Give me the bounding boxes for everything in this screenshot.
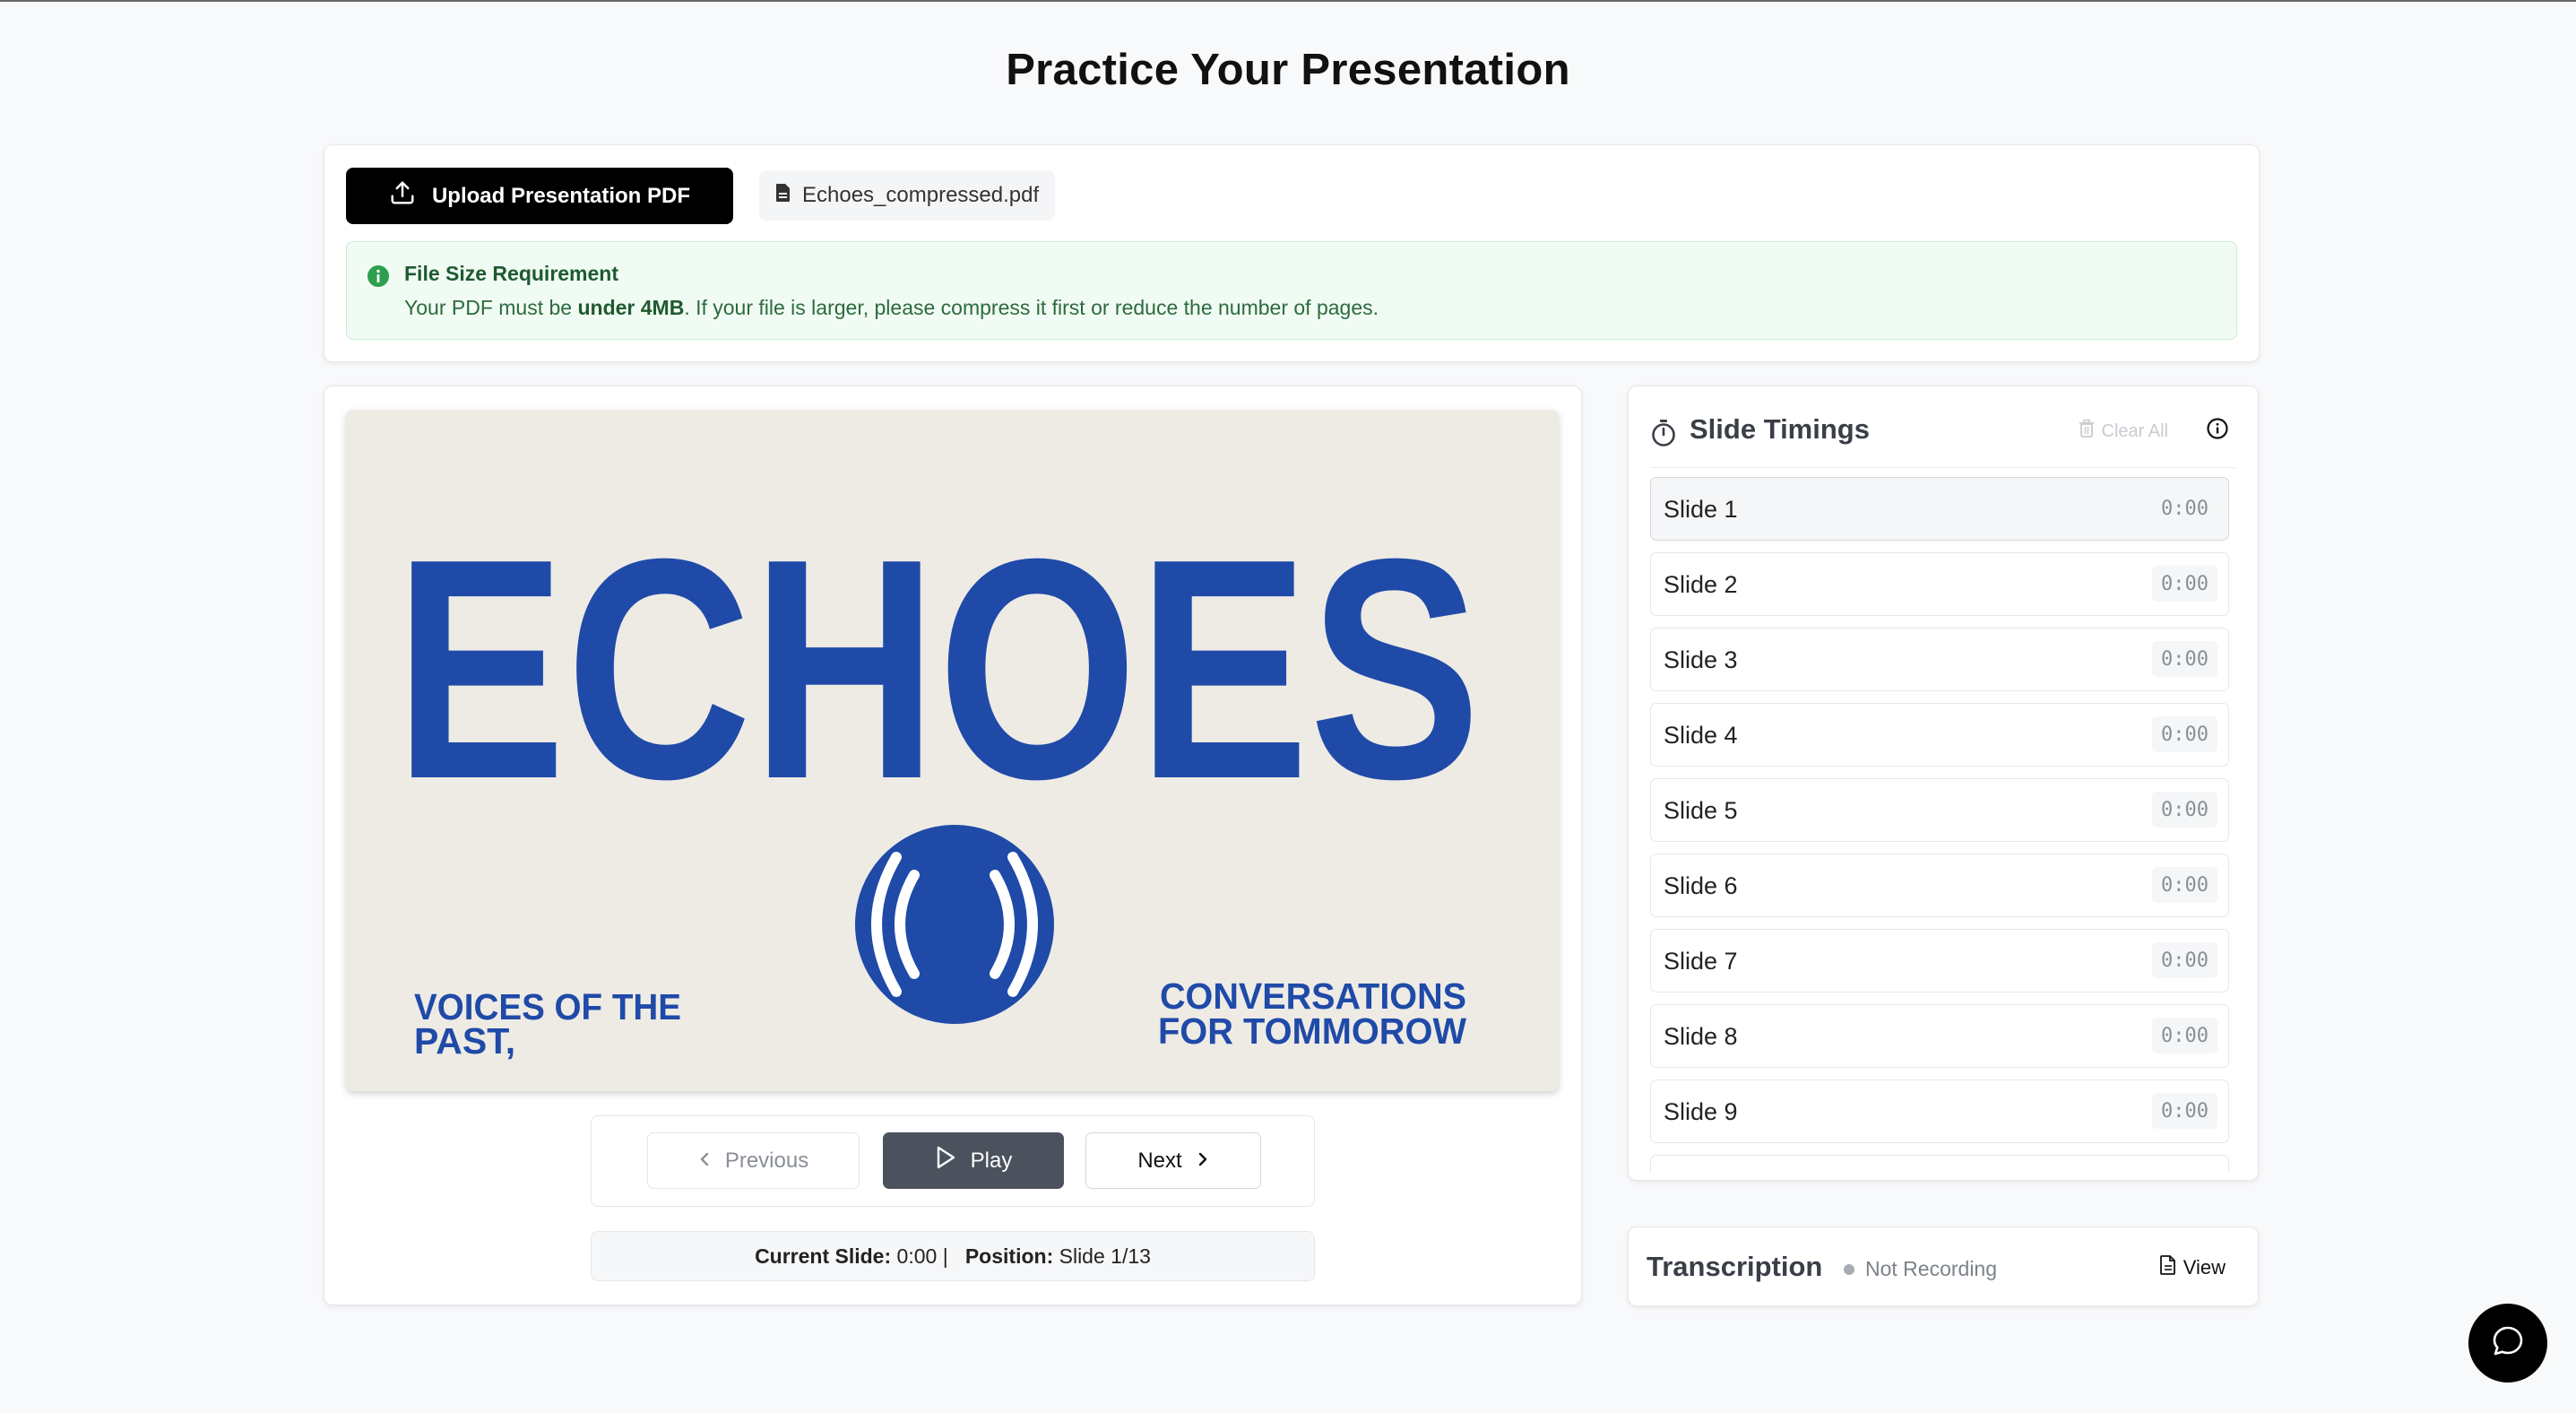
chat-bubble-icon (2490, 1323, 2526, 1364)
file-name-chip: Echoes_compressed.pdf (759, 170, 1056, 221)
notice-title: File Size Requirement (404, 262, 619, 285)
slide-timing-row[interactable]: Slide 7 0:00 (1650, 929, 2229, 993)
slide-timing-value: 0:00 (2152, 1018, 2217, 1053)
play-label: Play (970, 1148, 1013, 1173)
slide-timing-label: Slide 9 (1664, 1098, 1738, 1125)
slide-viewer-card: ECHOES VOICES OF THE PAST, CONVERSATIONS… (324, 386, 1582, 1305)
file-icon (775, 183, 791, 209)
file-name: Echoes_compressed.pdf (802, 183, 1040, 207)
notice-body-prefix: Your PDF must be (404, 296, 578, 319)
position-value: Slide 1/13 (1059, 1244, 1151, 1268)
notice-body-bold: under 4MB (577, 296, 685, 319)
stopwatch-icon (1650, 419, 1677, 452)
chevron-left-icon (698, 1149, 711, 1174)
trash-icon (2079, 419, 2095, 444)
file-size-notice: File Size Requirement Your PDF must be u… (346, 241, 2237, 340)
slide-controls: Previous Play Next (591, 1115, 1315, 1207)
previous-button[interactable]: Previous (647, 1132, 860, 1189)
slide-timing-value: 0:00 (2152, 1093, 2217, 1129)
info-icon (367, 264, 390, 292)
view-transcription-button[interactable]: View (2159, 1255, 2226, 1280)
slide-timing-row[interactable]: Slide 3 0:00 (1650, 628, 2229, 691)
notice-body-suffix: . If your file is larger, please compres… (684, 296, 1379, 319)
previous-label: Previous (724, 1148, 809, 1173)
upload-pdf-button[interactable]: Upload Presentation PDF (346, 168, 733, 224)
play-icon (935, 1146, 956, 1175)
clear-all-button[interactable]: Clear All (2079, 419, 2168, 444)
chat-button[interactable] (2468, 1304, 2547, 1383)
current-slide-time: 0:00 (896, 1244, 938, 1268)
transcription-title: Transcription (1647, 1251, 1823, 1282)
broadcast-icon (855, 825, 1054, 1024)
slide-timing-value: 0:00 (2152, 942, 2217, 978)
slide-timing-value: 0:00 (2152, 566, 2217, 602)
slide-timing-row[interactable]: Slide 1 0:00 (1650, 477, 2229, 541)
slide-timing-value: 0:00 (2152, 641, 2217, 677)
slide-timing-label: Slide 3 (1664, 646, 1738, 673)
slide-timing-value: 0:00 (2152, 792, 2217, 828)
recording-status: Not Recording (1844, 1257, 1997, 1281)
timings-info-icon[interactable] (2206, 417, 2229, 445)
recording-status-dot (1844, 1263, 1854, 1275)
slide-preview: ECHOES VOICES OF THE PAST, CONVERSATIONS… (346, 410, 1559, 1091)
slide-timing-value: 0:00 (2152, 716, 2217, 752)
slide-headline: ECHOES (394, 494, 1481, 845)
slide-timing-row[interactable]: Slide 2 0:00 (1650, 552, 2229, 616)
next-label: Next (1137, 1148, 1182, 1173)
upload-card: Upload Presentation PDF Echoes_compresse… (324, 144, 2260, 362)
slide-timing-row-partial[interactable] (1650, 1155, 2229, 1173)
slide-timings-card: Slide Timings Clear All Slide 1 0:00 Sli… (1628, 386, 2259, 1181)
slide-timing-value: 0:00 (2152, 490, 2217, 526)
slide-timing-label: Slide 7 (1664, 948, 1738, 975)
file-text-icon (2159, 1255, 2176, 1280)
upload-icon (389, 179, 416, 212)
slide-timing-label: Slide 4 (1664, 722, 1738, 749)
slide-timing-row[interactable]: Slide 6 0:00 (1650, 854, 2229, 917)
notice-body: Your PDF must be under 4MB. If your file… (404, 296, 1379, 320)
slide-right-text-line2: FOR TOMMOROW (1158, 1010, 1466, 1052)
recording-status-text: Not Recording (1865, 1257, 1998, 1280)
status-separator: | (942, 1244, 948, 1268)
slide-timing-label: Slide 6 (1664, 872, 1738, 899)
slide-timing-label: Slide 2 (1664, 571, 1738, 598)
current-slide-label: Current Slide: (755, 1244, 892, 1268)
slide-timing-row[interactable]: Slide 8 0:00 (1650, 1004, 2229, 1068)
upload-pdf-label: Upload Presentation PDF (431, 183, 691, 208)
slide-timings-title: Slide Timings (1690, 413, 1870, 445)
clear-all-label: Clear All (2101, 420, 2168, 441)
slide-timing-row[interactable]: Slide 9 0:00 (1650, 1079, 2229, 1143)
slide-timing-label: Slide 5 (1664, 797, 1738, 824)
slide-status-bar: Current Slide: 0:00 | Position: Slide 1/… (591, 1231, 1315, 1281)
position-label: Position: (964, 1244, 1054, 1268)
transcription-card: Transcription Not Recording View (1628, 1227, 2259, 1306)
next-button[interactable]: Next (1085, 1132, 1261, 1189)
slide-timing-label: Slide 8 (1664, 1023, 1738, 1050)
slide-timing-row[interactable]: Slide 4 0:00 (1650, 703, 2229, 767)
slide-timing-row[interactable]: Slide 5 0:00 (1650, 778, 2229, 842)
view-label: View (2183, 1256, 2226, 1279)
slide-timings-header: Slide Timings Clear All (1650, 413, 2236, 468)
slide-timing-label: Slide 1 (1664, 496, 1738, 523)
play-button[interactable]: Play (883, 1132, 1064, 1189)
chevron-right-icon (1197, 1149, 1209, 1174)
page-title: Practice Your Presentation (1006, 46, 1570, 94)
slide-left-text-line2: PAST, (414, 1020, 515, 1062)
slide-timing-value: 0:00 (2152, 867, 2217, 903)
